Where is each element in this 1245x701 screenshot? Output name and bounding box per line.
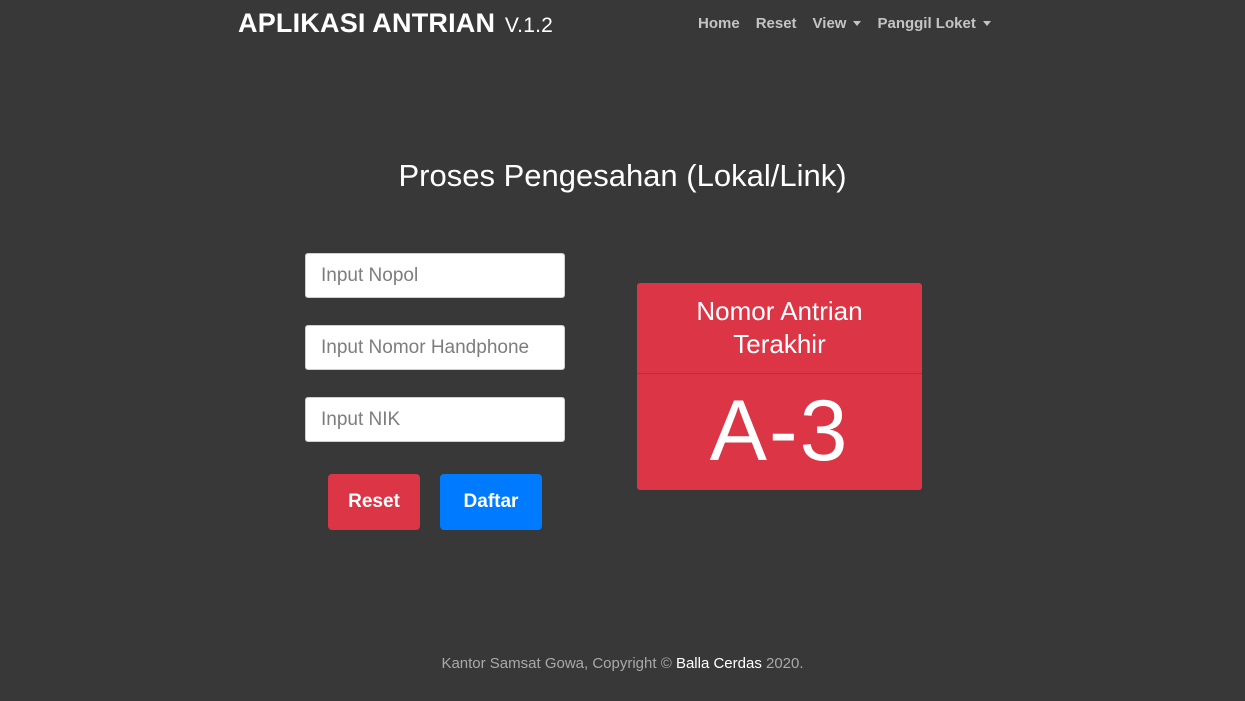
nav-menu: Home Reset View Panggil Loket [698,15,991,32]
daftar-button[interactable]: Daftar [440,474,542,530]
caret-down-icon [982,21,991,26]
nav-panggil-loket-dropdown[interactable]: Panggil Loket [877,15,991,32]
phone-number-input[interactable] [305,325,565,370]
nav-home[interactable]: Home [698,15,740,32]
caret-down-icon [853,21,862,26]
last-queue-title: Nomor Antrian Terakhir [637,283,922,374]
nav-reset[interactable]: Reset [756,15,797,32]
last-queue-card: Nomor Antrian Terakhir A-3 [637,283,922,490]
app-version: V.1.2 [504,14,554,37]
nav-panggil-loket-label: Panggil Loket [877,15,976,32]
nik-input[interactable] [305,397,565,442]
footer: Kantor Samsat Gowa, Copyright © Balla Ce… [0,655,1245,672]
footer-author-link[interactable]: Balla Cerdas [676,655,762,672]
nav-view-dropdown[interactable]: View [813,15,862,32]
app-brand[interactable]: APLIKASI ANTRIAN V.1.2 [238,8,553,39]
page-title: Proses Pengesahan (Lokal/Link) [398,158,847,193]
reset-button[interactable]: Reset [328,474,420,530]
nav-view-label: View [812,15,847,32]
last-queue-number: A-3 [709,383,850,479]
app-title: APLIKASI ANTRIAN [238,8,496,38]
footer-year: 2020. [766,655,804,672]
footer-copyright: Kantor Samsat Gowa, Copyright © [441,655,672,672]
nopol-input[interactable] [305,253,565,298]
